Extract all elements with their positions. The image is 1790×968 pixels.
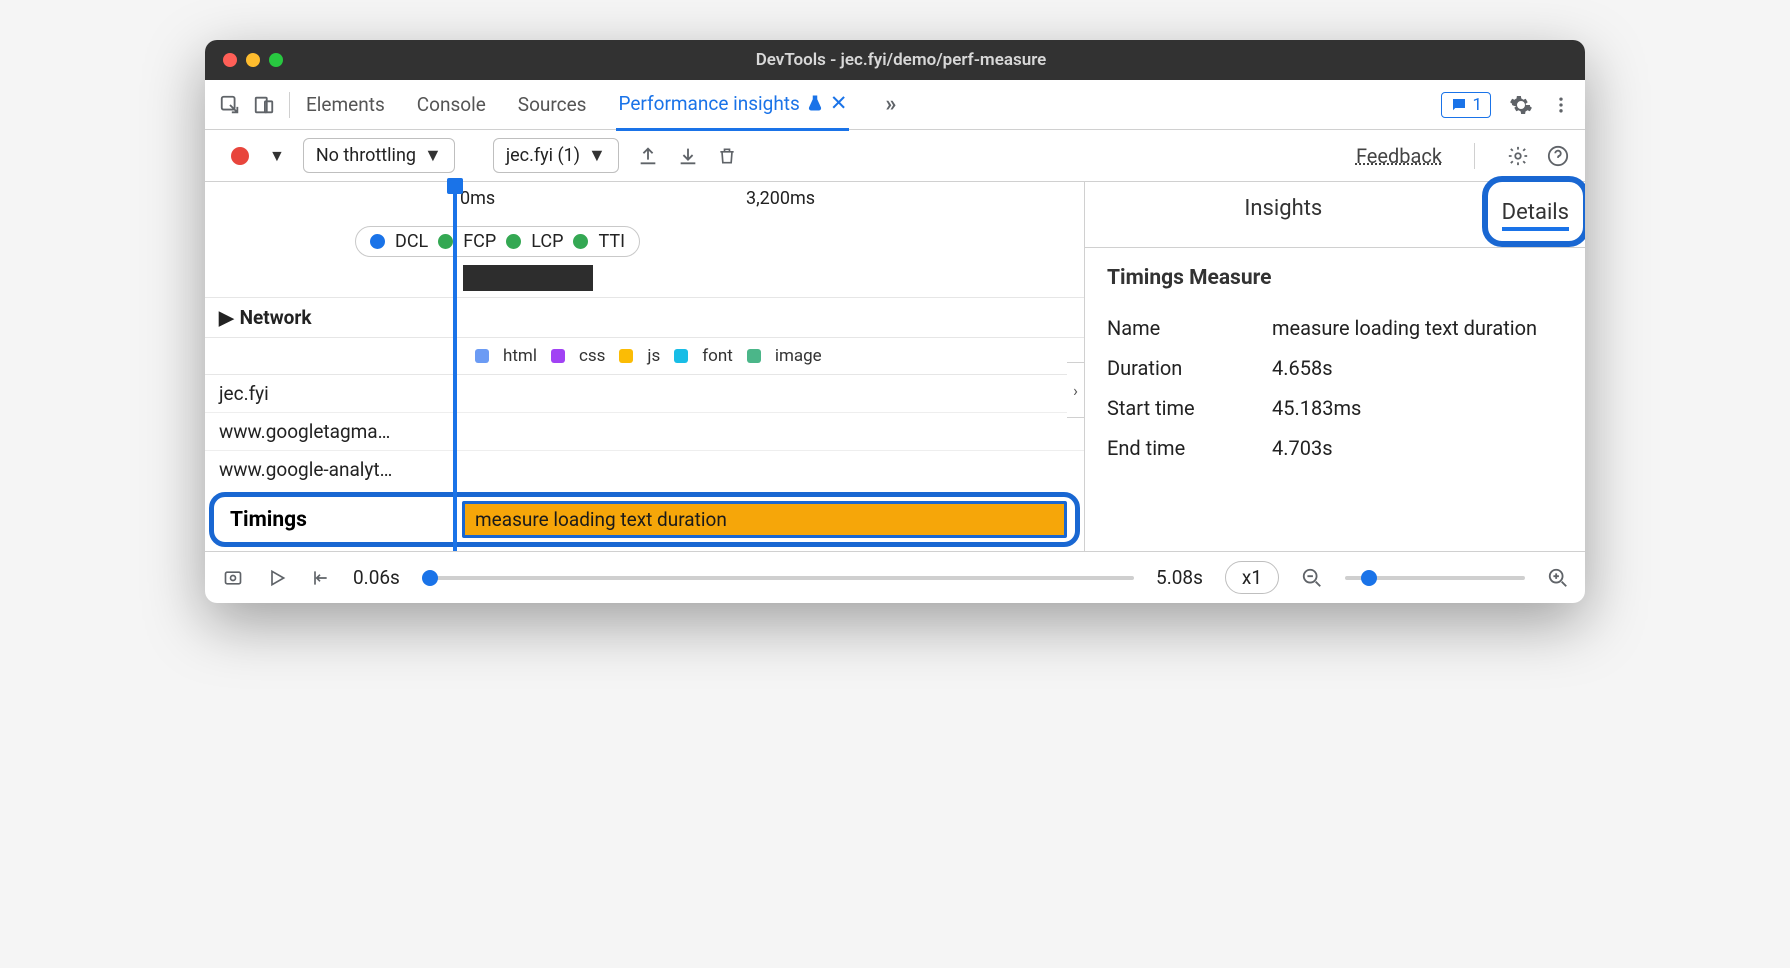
timings-measure-bar[interactable]: measure loading text duration: [462, 501, 1067, 538]
traffic-lights: [223, 53, 283, 67]
titlebar: DevTools - jec.fyi/demo/perf-measure: [205, 40, 1585, 80]
more-tabs-icon[interactable]: »: [877, 92, 904, 117]
insights-toolbar: ▼ No throttling ▼ jec.fyi (1) ▼ Feedback: [205, 130, 1585, 182]
record-dropdown-icon[interactable]: ▼: [269, 146, 285, 166]
network-legend: html css js font image: [205, 337, 1084, 375]
tab-details[interactable]: Details: [1502, 186, 1569, 231]
time-tick: 0ms: [460, 188, 495, 209]
detail-row: End time4.703s: [1107, 428, 1563, 468]
legend-js-swatch: [619, 349, 633, 363]
details-body: Timings Measure Namemeasure loading text…: [1085, 248, 1585, 486]
details-heading: Timings Measure: [1107, 266, 1563, 290]
time-start: 0.06s: [353, 566, 400, 589]
time-axis: 0ms 3,200ms: [205, 182, 1084, 222]
filmstrip-frame: [463, 265, 593, 291]
content-area: 0ms 3,200ms DCL FCP LCP TTI ▶Network htm…: [205, 182, 1585, 551]
delete-icon[interactable]: [717, 145, 737, 167]
network-item[interactable]: www.googletagma…: [205, 413, 1084, 451]
tab-sources[interactable]: Sources: [516, 81, 589, 128]
tab-performance-insights[interactable]: Performance insights ✕: [616, 79, 849, 131]
detail-row: Namemeasure loading text duration: [1107, 308, 1563, 348]
footer-bar: 0.06s 5.08s x1: [205, 551, 1585, 603]
network-item[interactable]: jec.fyi: [205, 375, 1084, 413]
minimize-window-button[interactable]: [246, 53, 260, 67]
legend-css-swatch: [551, 349, 565, 363]
reset-icon[interactable]: [309, 568, 331, 588]
export-icon[interactable]: [637, 145, 659, 167]
fcp-dot: [438, 234, 453, 249]
legend-image-swatch: [747, 349, 761, 363]
preview-icon[interactable]: [221, 568, 245, 588]
legend-html-swatch: [475, 349, 489, 363]
messages-badge[interactable]: 1: [1441, 92, 1491, 118]
divider: [1474, 143, 1475, 169]
metrics-pill-group[interactable]: DCL FCP LCP TTI: [355, 226, 640, 257]
import-icon[interactable]: [677, 145, 699, 167]
tti-dot: [573, 234, 588, 249]
zoom-in-icon[interactable]: [1547, 567, 1569, 589]
expand-sidepanel-button[interactable]: ›: [1067, 362, 1085, 418]
flask-icon: [806, 94, 824, 112]
maximize-window-button[interactable]: [269, 53, 283, 67]
slider-thumb[interactable]: [1361, 570, 1377, 586]
slider-thumb[interactable]: [422, 570, 438, 586]
panel-tabs: Elements Console Sources Performance ins…: [304, 79, 1441, 131]
timings-section-label[interactable]: Timings: [222, 504, 462, 536]
zoom-slider[interactable]: [1345, 576, 1525, 580]
throttling-label: No throttling: [316, 145, 416, 166]
chevron-down-icon: ▼: [588, 145, 606, 166]
inspect-icon[interactable]: [219, 94, 241, 116]
message-count: 1: [1472, 95, 1482, 115]
time-end: 5.08s: [1156, 566, 1203, 589]
throttling-dropdown[interactable]: No throttling ▼: [303, 138, 455, 173]
network-item[interactable]: www.google-analyt…: [205, 451, 1084, 488]
feedback-link[interactable]: Feedback: [1356, 144, 1442, 168]
dcl-label: DCL: [395, 231, 428, 252]
help-icon[interactable]: [1547, 145, 1569, 167]
recording-label: jec.fyi (1): [506, 145, 580, 166]
tti-label: TTI: [598, 231, 625, 252]
timeline-pane: 0ms 3,200ms DCL FCP LCP TTI ▶Network htm…: [205, 182, 1085, 551]
dcl-dot: [370, 234, 385, 249]
play-icon[interactable]: [267, 568, 287, 588]
details-tab-highlight: Details: [1482, 176, 1585, 247]
triangle-right-icon: ▶: [219, 306, 234, 329]
record-button[interactable]: [231, 147, 249, 165]
device-toolbar-icon[interactable]: [253, 94, 275, 116]
kebab-menu-icon[interactable]: [1551, 95, 1571, 115]
lcp-dot: [506, 234, 521, 249]
recording-dropdown[interactable]: jec.fyi (1) ▼: [493, 138, 619, 173]
detail-panel-tabs: Insights Details: [1085, 182, 1585, 248]
panel-settings-icon[interactable]: [1507, 145, 1529, 167]
close-tab-icon[interactable]: ✕: [830, 91, 848, 116]
settings-icon[interactable]: [1509, 93, 1533, 117]
playhead[interactable]: [453, 182, 457, 551]
chevron-down-icon: ▼: [424, 145, 442, 166]
fcp-label: FCP: [463, 231, 496, 252]
tab-elements[interactable]: Elements: [304, 81, 387, 128]
window-title: DevTools - jec.fyi/demo/perf-measure: [283, 50, 1519, 70]
close-window-button[interactable]: [223, 53, 237, 67]
lcp-label: LCP: [531, 231, 563, 252]
time-tick: 3,200ms: [746, 188, 815, 209]
devtools-window: DevTools - jec.fyi/demo/perf-measure Ele…: [205, 40, 1585, 603]
detail-row: Start time45.183ms: [1107, 388, 1563, 428]
tab-insights[interactable]: Insights: [1085, 182, 1482, 247]
network-section-header[interactable]: ▶Network: [205, 297, 1084, 337]
chat-icon: [1450, 96, 1468, 114]
divider: [289, 92, 290, 118]
timings-row-highlight: Timings measure loading text duration: [209, 492, 1080, 547]
tab-label: Performance insights: [618, 92, 799, 115]
detail-row: Duration4.658s: [1107, 348, 1563, 388]
toolbar-right: 1: [1441, 92, 1571, 118]
zoom-out-icon[interactable]: [1301, 567, 1323, 589]
tab-console[interactable]: Console: [415, 81, 488, 128]
main-toolbar: Elements Console Sources Performance ins…: [205, 80, 1585, 130]
time-slider[interactable]: [422, 576, 1134, 580]
playhead-handle[interactable]: [447, 178, 463, 194]
legend-font-swatch: [674, 349, 688, 363]
details-pane: Insights Details Timings Measure Namemea…: [1085, 182, 1585, 551]
zoom-level[interactable]: x1: [1225, 561, 1279, 594]
